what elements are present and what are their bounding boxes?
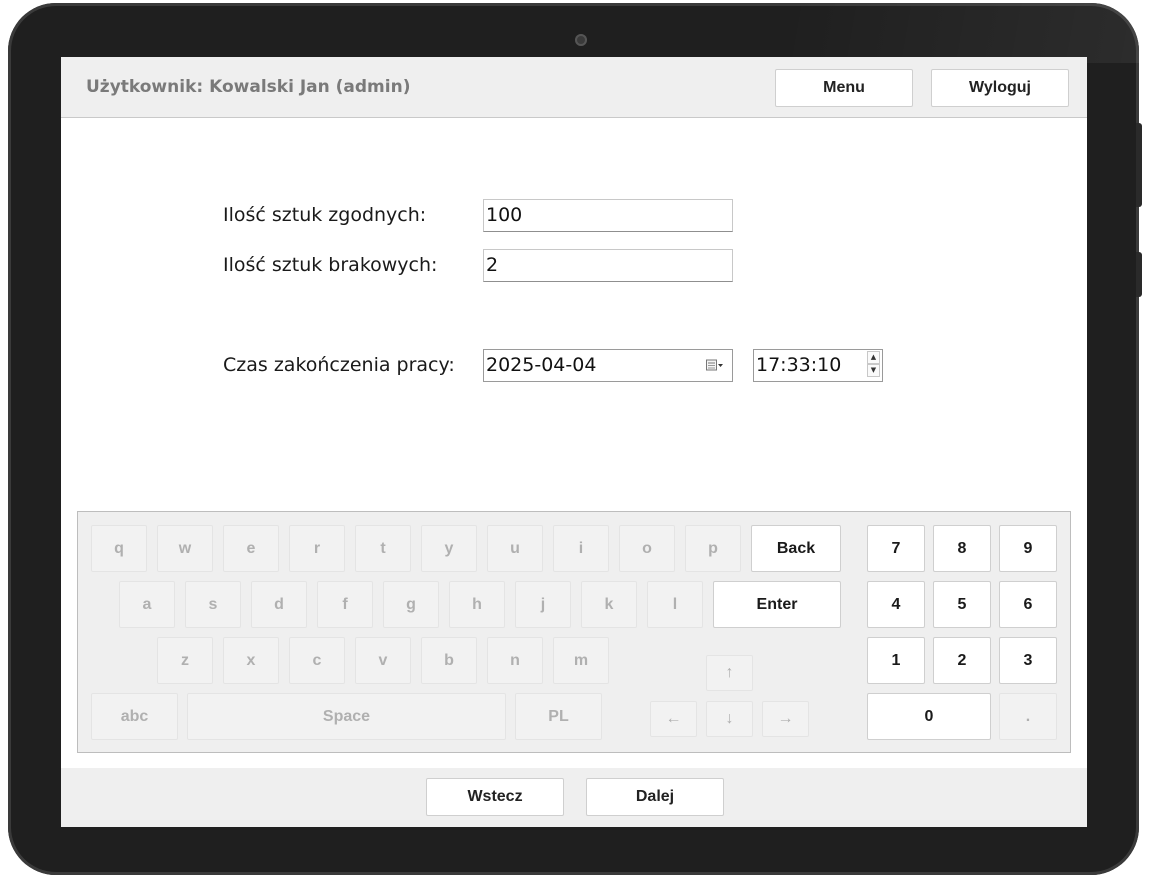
key-a[interactable]: a [119, 581, 175, 628]
arrow-left-key[interactable]: ← [650, 701, 697, 737]
backspace-key[interactable]: Back [751, 525, 841, 572]
spin-down-icon[interactable]: ▼ [867, 364, 880, 377]
app-screen: Użytkownik: Kowalski Jan (admin) Menu Wy… [61, 57, 1087, 827]
key-e[interactable]: e [223, 525, 279, 572]
num-key-dot[interactable]: . [999, 693, 1057, 740]
calendar-dropdown-icon[interactable] [706, 359, 724, 371]
enter-key[interactable]: Enter [713, 581, 841, 628]
key-g[interactable]: g [383, 581, 439, 628]
back-button[interactable]: Wstecz [426, 778, 564, 816]
key-m[interactable]: m [553, 637, 609, 684]
key-o[interactable]: o [619, 525, 675, 572]
spin-up-icon[interactable]: ▲ [867, 351, 880, 364]
key-i[interactable]: i [553, 525, 609, 572]
num-key-8[interactable]: 8 [933, 525, 991, 572]
frame-glare [788, 3, 1139, 63]
end-time-label: Czas zakończenia pracy: [223, 354, 455, 376]
logout-button[interactable]: Wyloguj [931, 69, 1069, 107]
num-key-7[interactable]: 7 [867, 525, 925, 572]
end-date-value: 2025-04-04 [486, 354, 597, 376]
key-f[interactable]: f [317, 581, 373, 628]
arrow-up-key[interactable]: ↑ [706, 655, 753, 691]
key-q[interactable]: q [91, 525, 147, 572]
key-x[interactable]: x [223, 637, 279, 684]
key-k[interactable]: k [581, 581, 637, 628]
good-quantity-input[interactable]: 100 [483, 199, 733, 232]
key-r[interactable]: r [289, 525, 345, 572]
top-bar: Użytkownik: Kowalski Jan (admin) Menu Wy… [61, 57, 1087, 118]
language-key[interactable]: PL [515, 693, 602, 740]
key-z[interactable]: z [157, 637, 213, 684]
num-key-4[interactable]: 4 [867, 581, 925, 628]
arrow-right-key[interactable]: → [762, 701, 809, 737]
key-t[interactable]: t [355, 525, 411, 572]
key-u[interactable]: u [487, 525, 543, 572]
arrow-down-key[interactable]: ↓ [706, 701, 753, 737]
space-key[interactable]: Space [187, 693, 506, 740]
key-w[interactable]: w [157, 525, 213, 572]
end-date-picker[interactable]: 2025-04-04 [483, 349, 733, 382]
abc-key[interactable]: abc [91, 693, 178, 740]
end-time-input[interactable]: 17:33:10 ▲ ▼ [753, 349, 883, 382]
key-s[interactable]: s [185, 581, 241, 628]
good-quantity-label: Ilość sztuk zgodnych: [223, 204, 427, 226]
bottom-bar: Wstecz Dalej [61, 768, 1087, 827]
key-p[interactable]: p [685, 525, 741, 572]
key-y[interactable]: y [421, 525, 477, 572]
defect-quantity-label: Ilość sztuk brakowych: [223, 254, 438, 276]
next-button[interactable]: Dalej [586, 778, 724, 816]
user-label: Użytkownik: Kowalski Jan (admin) [86, 77, 411, 97]
num-key-2[interactable]: 2 [933, 637, 991, 684]
time-spinner[interactable]: ▲ ▼ [867, 351, 881, 379]
num-key-6[interactable]: 6 [999, 581, 1057, 628]
key-j[interactable]: j [515, 581, 571, 628]
key-l[interactable]: l [647, 581, 703, 628]
key-h[interactable]: h [449, 581, 505, 628]
side-button [1136, 123, 1142, 207]
end-time-value: 17:33:10 [756, 354, 842, 376]
key-n[interactable]: n [487, 637, 543, 684]
num-key-3[interactable]: 3 [999, 637, 1057, 684]
key-c[interactable]: c [289, 637, 345, 684]
num-key-9[interactable]: 9 [999, 525, 1057, 572]
menu-button[interactable]: Menu [775, 69, 913, 107]
camera-icon [575, 34, 587, 46]
on-screen-keyboard: q w e r t y u i o p Back a s d f g h j k… [77, 511, 1071, 753]
defect-quantity-input[interactable]: 2 [483, 249, 733, 282]
num-key-5[interactable]: 5 [933, 581, 991, 628]
key-v[interactable]: v [355, 637, 411, 684]
key-b[interactable]: b [421, 637, 477, 684]
side-button [1136, 252, 1142, 297]
num-key-0[interactable]: 0 [867, 693, 991, 740]
key-d[interactable]: d [251, 581, 307, 628]
num-key-1[interactable]: 1 [867, 637, 925, 684]
